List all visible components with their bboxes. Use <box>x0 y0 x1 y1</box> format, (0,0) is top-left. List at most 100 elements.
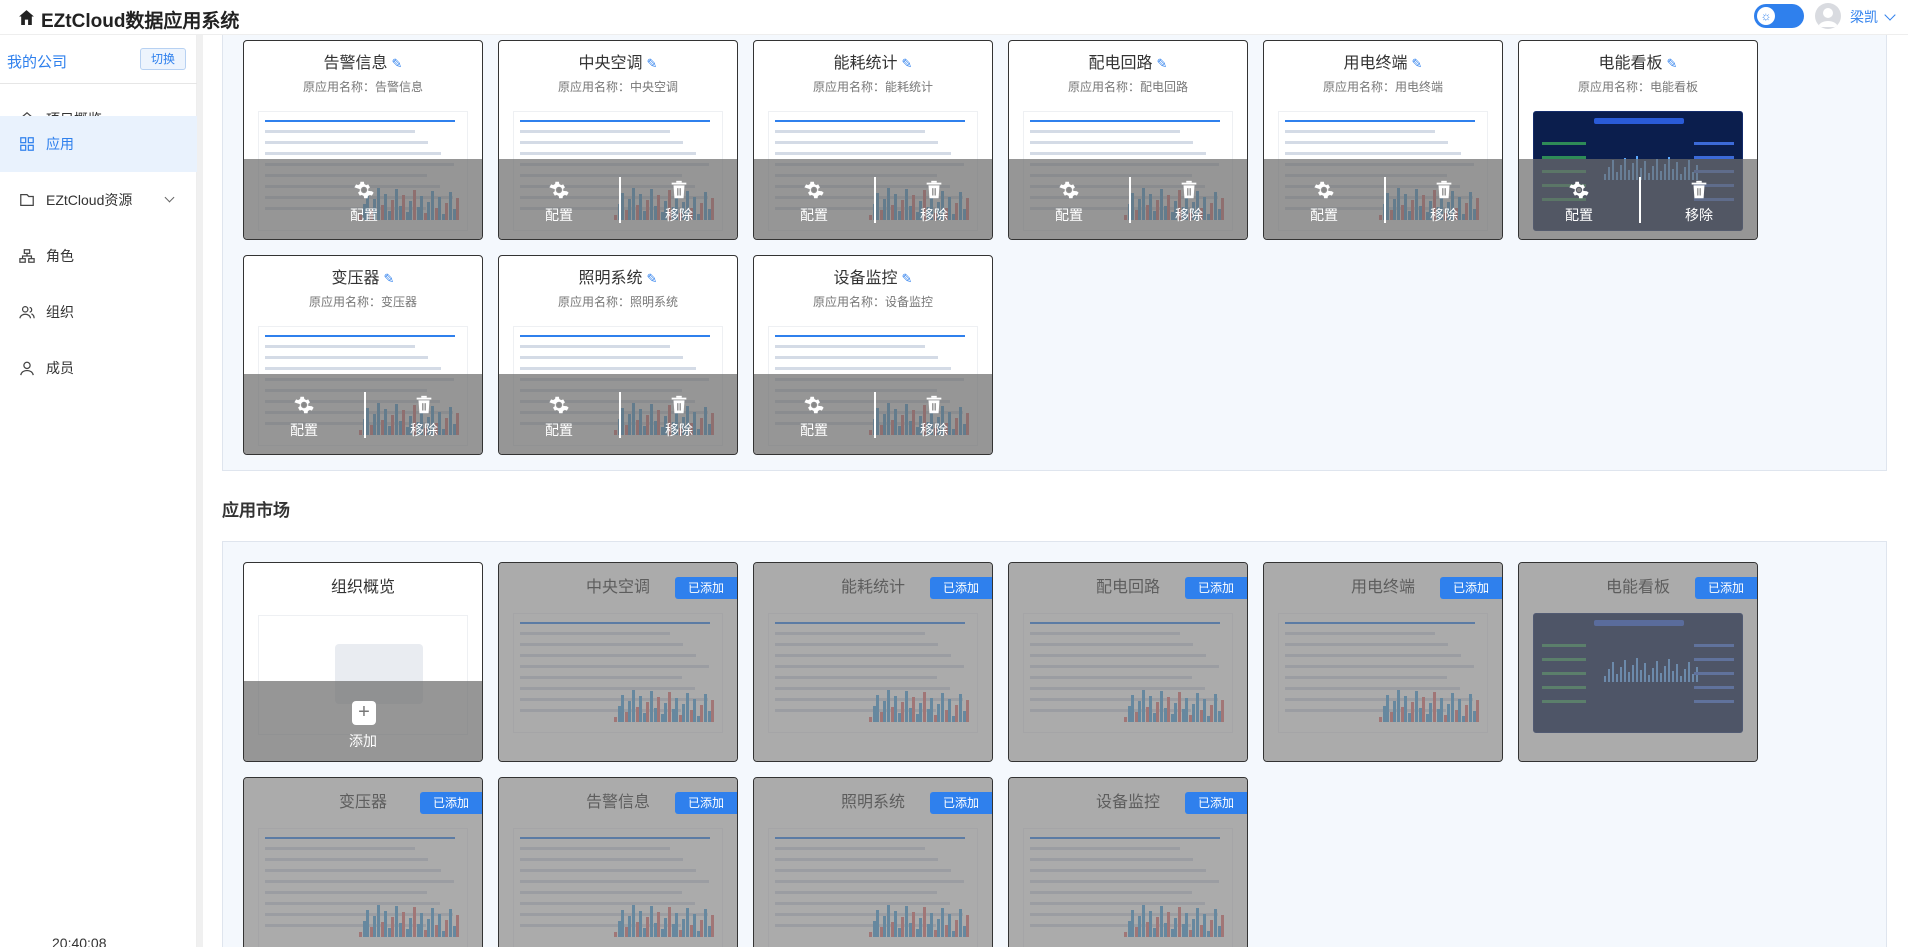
configure-label: 配置 <box>545 207 573 223</box>
edit-icon[interactable]: ✎ <box>392 56 403 72</box>
configure-label: 配置 <box>545 422 573 438</box>
configure-button[interactable]: 配置 <box>519 179 599 225</box>
remove-button[interactable]: 移除 <box>639 179 719 225</box>
installed-app-card[interactable]: 能耗统计 ✎ 原应用名称：能耗统计 配置 移除 <box>753 40 993 240</box>
user-name[interactable]: 梁凯 <box>1850 7 1878 27</box>
sidebar-item-apps[interactable]: 应用 <box>0 116 197 172</box>
theme-toggle[interactable]: ☼ <box>1754 4 1804 28</box>
chevron-down-icon[interactable] <box>164 192 175 203</box>
remove-button[interactable]: 移除 <box>384 394 464 440</box>
market-app-card[interactable]: 能耗统计已添加 <box>753 562 993 762</box>
action-divider <box>874 177 876 223</box>
edit-icon[interactable]: ✎ <box>1412 56 1423 72</box>
remove-button[interactable]: 移除 <box>1404 179 1484 225</box>
remove-button[interactable]: 移除 <box>1149 179 1229 225</box>
configure-button[interactable]: 配置 <box>324 179 404 225</box>
app-name: 变压器 <box>331 270 380 287</box>
home-icon <box>18 9 35 31</box>
action-divider <box>874 392 876 438</box>
remove-label: 移除 <box>1430 207 1458 223</box>
app-actions-overlay: 配置 移除 <box>1264 159 1502 239</box>
market-app-card[interactable]: 电能看板已添加 <box>1518 562 1758 762</box>
installed-app-card[interactable]: 用电终端 ✎ 原应用名称：用电终端 配置 移除 <box>1263 40 1503 240</box>
configure-label: 配置 <box>1055 207 1083 223</box>
sidebar-item-resources[interactable]: EZtCloud资源 <box>0 172 197 228</box>
added-badge: 已添加 <box>930 577 992 599</box>
market-app-card[interactable]: 配电回路已添加 <box>1008 562 1248 762</box>
installed-app-card[interactable]: 配电回路 ✎ 原应用名称：配电回路 配置 移除 <box>1008 40 1248 240</box>
installed-app-card[interactable]: 照明系统 ✎ 原应用名称：照明系统 配置 移除 <box>498 255 738 455</box>
installed-app-card[interactable]: 变压器 ✎ 原应用名称：变压器 配置 移除 <box>243 255 483 455</box>
configure-button[interactable]: 配置 <box>264 394 344 440</box>
gear-icon <box>353 179 375 201</box>
trash-icon <box>1433 179 1455 201</box>
sun-icon: ☼ <box>1757 7 1775 25</box>
market-app-card[interactable]: 设备监控已添加 <box>1008 777 1248 947</box>
configure-button[interactable]: 配置 <box>774 179 854 225</box>
installed-app-card[interactable]: 告警信息 ✎ 原应用名称：告警信息 配置 <box>243 40 483 240</box>
action-divider <box>364 392 366 438</box>
brand[interactable]: EZtCloud数据应用系统 <box>18 6 239 33</box>
installed-app-card[interactable]: 中央空调 ✎ 原应用名称：中央空调 配置 移除 <box>498 40 738 240</box>
configure-button[interactable]: 配置 <box>1284 179 1364 225</box>
remove-button[interactable]: 移除 <box>894 394 974 440</box>
app-title: EZtCloud数据应用系统 <box>41 11 240 32</box>
sidebar-item-roles[interactable]: 角色 <box>0 228 197 284</box>
app-actions-overlay: 配置 <box>244 159 482 239</box>
market-app-card[interactable]: 照明系统已添加 <box>753 777 993 947</box>
app-title: 照明系统 ✎ <box>499 264 737 288</box>
configure-button[interactable]: 配置 <box>774 394 854 440</box>
switch-company-button[interactable]: 切换 <box>140 48 186 70</box>
gear-icon <box>1568 179 1590 201</box>
configure-button[interactable]: 配置 <box>1539 179 1619 225</box>
configure-label: 配置 <box>1565 207 1593 223</box>
remove-button[interactable]: 移除 <box>639 394 719 440</box>
edit-icon[interactable]: ✎ <box>902 271 913 287</box>
configure-button[interactable]: 配置 <box>1029 179 1109 225</box>
folder-icon <box>18 191 36 209</box>
sidebar: 我的公司 切换 项目概览 应用 EZtCloud资源 角色 组织 成员 20:4… <box>0 35 197 947</box>
grid-icon <box>18 135 36 153</box>
top-bar: EZtCloud数据应用系统 ☼ 梁凯 <box>0 0 1908 35</box>
divider <box>0 83 197 84</box>
app-name: 设备监控 <box>833 270 898 287</box>
gear-icon <box>1313 179 1335 201</box>
edit-icon[interactable]: ✎ <box>384 271 395 287</box>
market-app-card[interactable]: 告警信息已添加 <box>498 777 738 947</box>
trash-icon <box>1178 179 1200 201</box>
company-name: 我的公司 <box>7 54 68 71</box>
app-name: 照明系统 <box>578 270 643 287</box>
edit-icon[interactable]: ✎ <box>1157 56 1168 72</box>
app-actions-overlay: 配置 移除 <box>1519 159 1757 239</box>
market-app-card[interactable]: 用电终端已添加 <box>1263 562 1503 762</box>
market-app-card[interactable]: 变压器已添加 <box>243 777 483 947</box>
remove-button[interactable]: 移除 <box>1659 179 1739 225</box>
installed-app-card[interactable]: 电能看板 ✎ 原应用名称：电能看板 配置 移除 <box>1518 40 1758 240</box>
added-badge: 已添加 <box>675 792 737 814</box>
installed-app-card[interactable]: 设备监控 ✎ 原应用名称：设备监控 配置 移除 <box>753 255 993 455</box>
app-original-name: 原应用名称：用电终端 <box>1322 80 1443 94</box>
trash-icon <box>1688 179 1710 201</box>
app-title: 变压器 ✎ <box>244 264 482 288</box>
sidebar-item-members[interactable]: 成员 <box>0 340 197 396</box>
chevron-down-icon[interactable] <box>1884 9 1896 21</box>
added-badge: 已添加 <box>675 577 737 599</box>
edit-icon[interactable]: ✎ <box>902 56 913 72</box>
market-app-card[interactable]: 组织概览 + 添加 <box>243 562 483 762</box>
edit-icon[interactable]: ✎ <box>1667 56 1678 72</box>
app-title: 中央空调 ✎ <box>499 49 737 73</box>
app-title: 设备监控 ✎ <box>754 264 992 288</box>
add-overlay[interactable]: + 添加 <box>244 681 482 761</box>
remove-label: 移除 <box>410 422 438 438</box>
sidebar-item-groups[interactable]: 组织 <box>0 284 197 340</box>
app-actions-overlay: 配置 移除 <box>499 374 737 454</box>
plus-icon[interactable]: + <box>352 701 376 725</box>
edit-icon[interactable]: ✎ <box>647 56 658 72</box>
market-app-card[interactable]: 中央空调已添加 <box>498 562 738 762</box>
clock: 20:40:08 <box>52 935 107 947</box>
remove-button[interactable]: 移除 <box>894 179 974 225</box>
app-market-title: 应用市场 <box>222 501 290 520</box>
configure-button[interactable]: 配置 <box>519 394 599 440</box>
avatar[interactable] <box>1815 3 1841 29</box>
edit-icon[interactable]: ✎ <box>647 271 658 287</box>
